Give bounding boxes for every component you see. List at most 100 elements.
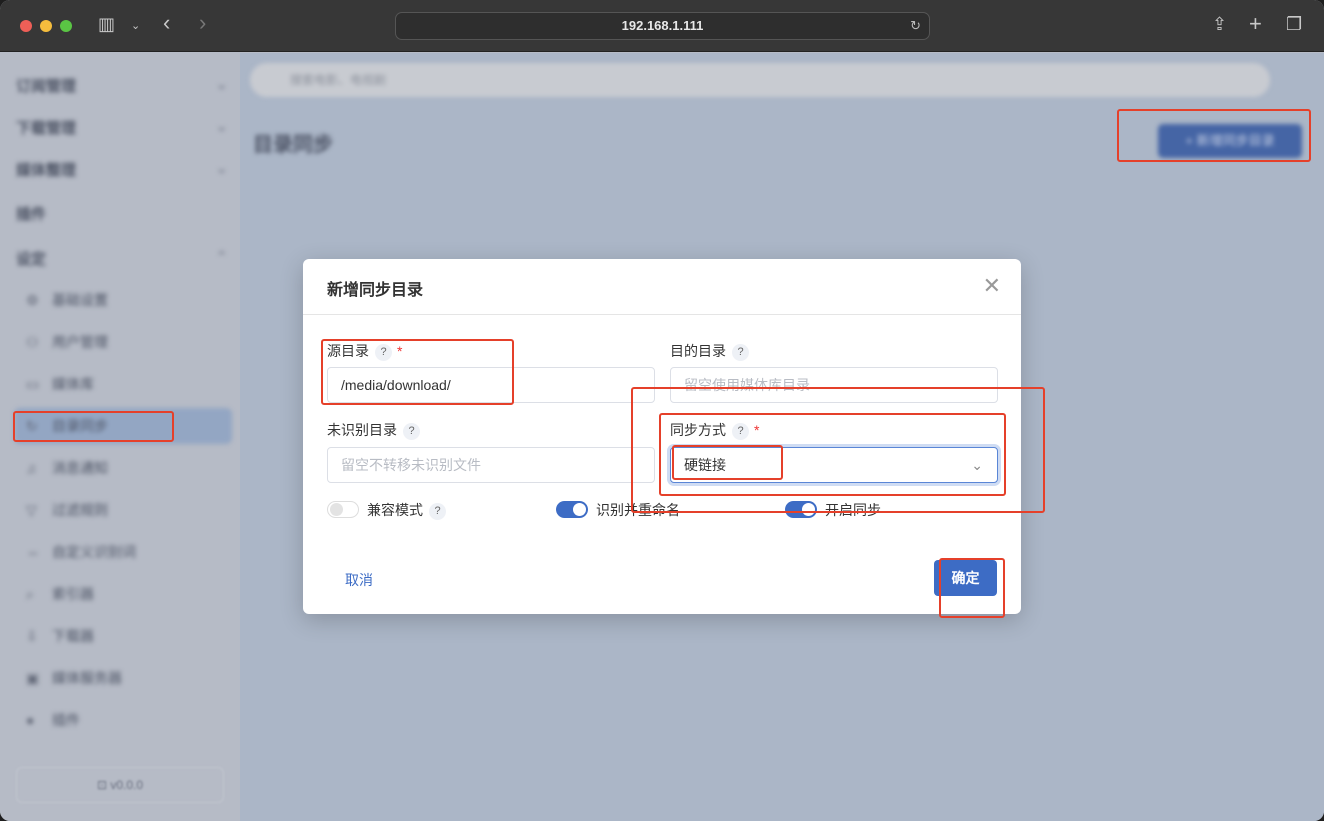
address-bar[interactable]: 192.168.1.111 ↻: [395, 12, 930, 40]
sidebar-item-icon: ⇔: [26, 544, 40, 560]
sidebar-item-icon: ⚇: [26, 334, 39, 350]
sidebar-group-download[interactable]: 下载管理 ⌄: [16, 117, 228, 138]
select-value: 硬链接: [684, 457, 726, 473]
page-title: 目录同步: [253, 134, 333, 156]
sidebar: 订阅管理 ⌄ 下载管理 ⌄ 媒体整理 ⌄ 插件 设定 ⌃ ⚙ 基础设置 ⚇ 用户管理 ▭ 媒体库 ↻…: [0, 53, 240, 821]
chevron-up-icon: ⌃: [215, 249, 228, 266]
sidebar-item-label: 用户管理: [52, 334, 108, 350]
sidebar-group-organize[interactable]: 媒体整理 ⌄: [16, 159, 228, 180]
help-icon[interactable]: ?: [732, 422, 749, 440]
zoom-window-button[interactable]: [60, 20, 72, 32]
sidebar-item-icon: ▽: [26, 502, 37, 518]
forward-icon[interactable]: ›: [199, 10, 206, 36]
divider: [303, 314, 1021, 315]
sidebar-item-label: 媒体服务器: [52, 670, 122, 686]
sidebar-item[interactable]: ⚇ 用户管理: [14, 324, 232, 360]
browser-window: ▥ ⌄ ‹ › 192.168.1.111 ↻ ⇪ + ❐ 订阅管理 ⌄ 下载管理 ⌄…: [0, 0, 1324, 821]
sidebar-item-icon: ▭: [26, 376, 40, 392]
help-icon[interactable]: ?: [403, 422, 420, 440]
sidebar-item-label: 目录同步: [52, 418, 108, 434]
add-sync-directory-dialog: 新增同步目录 ✕ 源目录? * /media/download/ 目的目录? 留空…: [303, 259, 1021, 614]
add-sync-directory-button[interactable]: + 新增同步目录: [1158, 124, 1302, 158]
label-text: 目的目录: [670, 343, 726, 359]
label-text: 源目录: [327, 343, 369, 359]
required-mark: *: [754, 422, 760, 438]
dest-directory-input[interactable]: 留空使用媒体库目录: [670, 367, 998, 403]
version-badge: ⊡ v0.0.0: [16, 767, 224, 803]
sidebar-item-icon: ▣: [26, 670, 40, 686]
sidebar-item-label: 插件: [52, 712, 80, 728]
unknown-label: 未识别目录?: [327, 420, 420, 440]
sidebar-item-icon: ●: [26, 712, 35, 728]
sidebar-item[interactable]: ▭ 媒体库: [14, 366, 232, 402]
sidebar-item-icon: ↻: [26, 418, 38, 434]
sidebar-item[interactable]: ⚙ 基础设置: [14, 282, 232, 318]
group-label: 设定: [16, 251, 47, 268]
search-input[interactable]: 搜索电影、电视剧: [250, 63, 1270, 97]
sidebar-item-label: 消息通知: [52, 460, 108, 476]
sidebar-item-icon: ⌕: [26, 586, 34, 602]
sidebar-item[interactable]: ● 插件: [14, 702, 232, 738]
sidebar-item-label: 过滤规则: [52, 502, 108, 518]
group-label: 下载管理: [16, 120, 77, 137]
source-label: 源目录? *: [327, 341, 402, 361]
sidebar-item-label: 索引器: [52, 586, 94, 602]
help-icon[interactable]: ?: [375, 343, 392, 361]
label-text: 同步方式: [670, 422, 726, 438]
close-window-button[interactable]: [20, 20, 32, 32]
chevron-down-icon[interactable]: ⌄: [131, 19, 140, 32]
sidebar-item[interactable]: ⌕ 索引器: [14, 576, 232, 612]
browser-toolbar: ▥ ⌄ ‹ › 192.168.1.111 ↻ ⇪ + ❐: [0, 0, 1324, 52]
required-mark: *: [397, 343, 403, 359]
sidebar-item-icon: ⚙: [26, 292, 39, 308]
group-label: 插件: [16, 206, 47, 223]
minimize-window-button[interactable]: [40, 20, 52, 32]
sidebar-item[interactable]: ⇔ 自定义识别词: [14, 534, 232, 570]
compat-mode-toggle[interactable]: [327, 501, 359, 518]
sidebar-item-label: 基础设置: [52, 292, 108, 308]
unknown-directory-input[interactable]: 留空不转移未识别文件: [327, 447, 655, 483]
confirm-button[interactable]: 确定: [934, 560, 997, 596]
cancel-button[interactable]: 取消: [345, 570, 373, 590]
chevron-down-icon: ⌄: [215, 118, 228, 135]
url-text: 192.168.1.111: [621, 18, 704, 33]
dest-label: 目的目录?: [670, 341, 749, 361]
sidebar-item[interactable]: ⇩ 下载器: [14, 618, 232, 654]
group-label: 媒体整理: [16, 162, 77, 179]
sidebar-group-plugins[interactable]: 插件: [16, 203, 228, 224]
dialog-title: 新增同步目录: [327, 282, 424, 299]
sidebar-item[interactable]: ♫ 消息通知: [14, 450, 232, 486]
sidebar-toggle-icon[interactable]: ▥: [98, 14, 115, 35]
sidebar-group-subscribe[interactable]: 订阅管理 ⌄: [16, 75, 228, 96]
sidebar-item-label: 媒体库: [52, 376, 94, 392]
label-text: 未识别目录: [327, 422, 397, 438]
chevron-down-icon: ⌄: [215, 76, 228, 93]
close-icon[interactable]: ✕: [983, 273, 1001, 299]
rename-toggle[interactable]: [556, 501, 588, 518]
sidebar-item-icon: ♫: [26, 460, 37, 476]
mode-label: 同步方式? *: [670, 420, 759, 440]
sidebar-item[interactable]: ▣ 媒体服务器: [14, 660, 232, 696]
sidebar-item-label: 自定义识别词: [52, 544, 136, 560]
share-icon[interactable]: ⇪: [1212, 14, 1227, 35]
sidebar-group-settings[interactable]: 设定 ⌃: [16, 248, 228, 269]
search-placeholder: 搜索电影、电视剧: [290, 73, 387, 87]
sidebar-item-icon: ⇩: [26, 628, 38, 644]
rename-label: 识别并重命名: [596, 502, 680, 518]
reload-icon[interactable]: ↻: [910, 13, 921, 39]
enable-sync-toggle[interactable]: [785, 501, 817, 518]
group-label: 订阅管理: [16, 78, 77, 95]
sync-mode-select[interactable]: 硬链接 ⌄: [670, 447, 998, 483]
version-text: v0.0.0: [110, 778, 144, 792]
tabs-overview-icon[interactable]: ❐: [1286, 14, 1302, 35]
help-icon[interactable]: ?: [732, 343, 749, 361]
new-tab-icon[interactable]: +: [1249, 11, 1262, 37]
chevron-down-icon: ⌄: [215, 160, 228, 177]
source-directory-input[interactable]: /media/download/: [327, 367, 655, 403]
help-icon[interactable]: ?: [429, 502, 446, 520]
back-icon[interactable]: ‹: [163, 10, 170, 36]
chevron-down-icon: ⌄: [971, 457, 983, 473]
sidebar-item[interactable]: ↻ 目录同步: [14, 408, 232, 444]
label-text: 兼容模式: [367, 502, 423, 518]
sidebar-item[interactable]: ▽ 过滤规则: [14, 492, 232, 528]
